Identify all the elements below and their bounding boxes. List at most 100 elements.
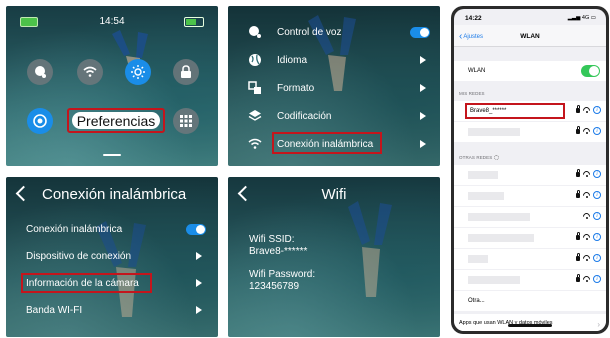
camera-mode-icon bbox=[33, 114, 47, 128]
diver-background-image bbox=[348, 201, 392, 297]
info-icon[interactable]: i bbox=[593, 191, 601, 199]
preferences-button[interactable]: Preferencias bbox=[72, 112, 160, 129]
redacted-network-name bbox=[468, 192, 504, 200]
wifi-signal-icon bbox=[583, 276, 590, 282]
screen-header: Conexión inalámbrica bbox=[6, 177, 218, 213]
grid-menu-button[interactable] bbox=[173, 108, 199, 134]
network-status-icons: i bbox=[576, 126, 601, 135]
menu-item-format[interactable]: Formato bbox=[228, 74, 440, 102]
info-icon[interactable]: i bbox=[593, 212, 601, 220]
menu-item-language[interactable]: Idioma bbox=[228, 46, 440, 74]
network-row[interactable]: i bbox=[454, 270, 606, 290]
info-icon[interactable]: i bbox=[593, 254, 601, 262]
brightness-icon bbox=[131, 65, 145, 79]
network-row[interactable]: i bbox=[454, 207, 606, 227]
redacted-network-name bbox=[468, 276, 520, 284]
menu-item-wifi-band[interactable]: Banda WI-FI bbox=[6, 296, 218, 324]
redacted-network-name bbox=[468, 213, 530, 221]
wifi-ssid-value: Brave8-****** bbox=[249, 246, 308, 257]
info-icon[interactable]: i bbox=[593, 275, 601, 283]
network-row[interactable]: i bbox=[454, 228, 606, 248]
menu-item-label: Conexión inalámbrica bbox=[26, 223, 123, 235]
camera-quick-menu-screen: 14:54 Preferencias bbox=[6, 6, 218, 166]
back-arrow-icon[interactable] bbox=[15, 185, 32, 202]
navigation-bar: Ajustes WLAN bbox=[454, 25, 606, 47]
other-networks-label: OTRAS REDES bbox=[459, 155, 493, 160]
wifi-signal-icon bbox=[583, 107, 590, 113]
network-status-icons: i bbox=[576, 232, 601, 241]
menu-item-label: Formato bbox=[277, 82, 315, 94]
battery-icon: ▭ bbox=[590, 15, 596, 21]
lock-icon bbox=[576, 105, 580, 113]
chevron-right-icon bbox=[420, 84, 426, 92]
network-status-icons: i bbox=[576, 253, 601, 262]
voice-control-button[interactable] bbox=[27, 59, 53, 85]
wifi-ssid-label: Wifi SSID: bbox=[249, 234, 295, 245]
camera-info-highlight bbox=[21, 273, 152, 293]
network-row[interactable]: i bbox=[454, 249, 606, 269]
menu-item-label: Idioma bbox=[277, 54, 308, 66]
chevron-right-icon bbox=[420, 140, 426, 148]
brightness-button[interactable] bbox=[125, 59, 151, 85]
redacted-network-name bbox=[468, 234, 534, 242]
menu-item-wireless-toggle[interactable]: Conexión inalámbrica bbox=[6, 215, 218, 243]
info-icon[interactable]: i bbox=[593, 170, 601, 178]
redacted-network-name bbox=[468, 128, 520, 136]
my-networks-header: MIS REDES bbox=[459, 91, 485, 96]
lock-icon bbox=[576, 253, 580, 261]
network-type: 4G bbox=[581, 15, 590, 21]
chevron-right-icon bbox=[420, 112, 426, 120]
wlan-toggle[interactable] bbox=[581, 65, 600, 77]
wifi-signal-icon bbox=[583, 234, 590, 240]
page-title: Wifi bbox=[321, 186, 347, 203]
apps-using-wlan-row[interactable]: Apps que usan WLAN y datos móviles › bbox=[454, 314, 606, 331]
screen-header: Wifi bbox=[228, 177, 440, 213]
other-network-row[interactable]: Otra... bbox=[454, 291, 606, 311]
preferences-menu-screen: Control de voz Idioma Formato Codificaci… bbox=[228, 6, 440, 166]
menu-item-encoding[interactable]: Codificación bbox=[228, 102, 440, 130]
voice-icon bbox=[35, 66, 46, 78]
wifi-password-label: Wifi Password: bbox=[249, 269, 316, 280]
lock-icon bbox=[576, 232, 580, 240]
chevron-right-icon: › bbox=[597, 320, 600, 329]
screen-lock-button[interactable] bbox=[173, 59, 199, 85]
network-row[interactable]: i bbox=[454, 186, 606, 206]
info-icon[interactable]: i bbox=[593, 106, 601, 114]
other-network-label: Otra... bbox=[468, 298, 485, 304]
network-status-icons: i bbox=[576, 274, 601, 283]
chevron-right-icon bbox=[196, 306, 202, 314]
menu-item-label: Control de voz bbox=[277, 26, 342, 38]
menu-item-label: Codificación bbox=[277, 110, 332, 122]
network-row[interactable]: i bbox=[454, 122, 606, 142]
brave8-network-highlight bbox=[465, 103, 565, 119]
loading-spinner-icon bbox=[494, 155, 500, 161]
preferences-highlight: Preferencias bbox=[67, 108, 165, 133]
voice-icon bbox=[247, 24, 263, 40]
wifi-icon bbox=[247, 136, 263, 152]
home-indicator bbox=[508, 324, 552, 327]
lock-icon bbox=[576, 190, 580, 198]
status-time: 14:22 bbox=[465, 15, 482, 22]
menu-item-label: Banda WI-FI bbox=[26, 304, 83, 316]
wireless-connection-toggle[interactable] bbox=[186, 223, 206, 235]
lock-icon bbox=[576, 274, 580, 282]
format-icon bbox=[247, 80, 263, 96]
status-bar: 14:22 ▂▃▅ 4G ▭ bbox=[454, 9, 606, 25]
info-icon[interactable]: i bbox=[593, 127, 601, 135]
menu-item-connection-device[interactable]: Dispositivo de conexión bbox=[6, 242, 218, 270]
camera-mode-button[interactable] bbox=[27, 108, 53, 134]
status-signal: ▂▃▅ 4G ▭ bbox=[568, 15, 596, 21]
wifi-icon bbox=[83, 66, 97, 77]
menu-item-voice-control[interactable]: Control de voz bbox=[228, 18, 440, 46]
wifi-toggle-button[interactable] bbox=[77, 59, 103, 85]
wlan-label: WLAN bbox=[468, 68, 486, 74]
voice-control-toggle[interactable] bbox=[410, 26, 430, 38]
page-title: Conexión inalámbrica bbox=[42, 186, 187, 203]
lock-icon bbox=[576, 126, 580, 134]
menu-item-label: Dispositivo de conexión bbox=[26, 250, 132, 262]
wifi-password-value: 123456789 bbox=[249, 281, 300, 292]
network-row[interactable]: i bbox=[454, 165, 606, 185]
globe-icon bbox=[247, 52, 263, 68]
info-icon[interactable]: i bbox=[593, 233, 601, 241]
wireless-connection-highlight bbox=[272, 132, 382, 154]
